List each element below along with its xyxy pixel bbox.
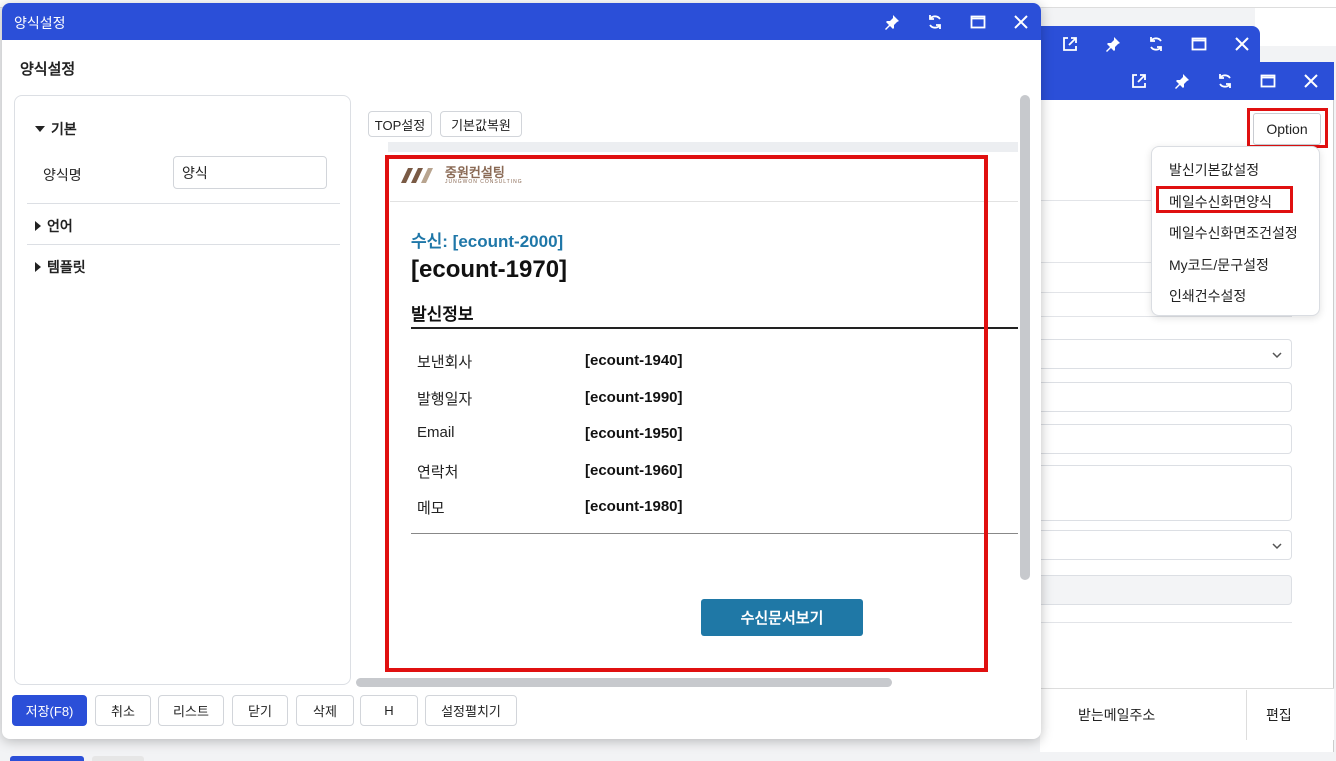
window-title: 양식설정 (14, 15, 66, 31)
grid-header-edit[interactable]: 편집 (1266, 705, 1292, 725)
background-window-2-titlebar (1040, 62, 1334, 100)
maximize-icon[interactable] (956, 4, 999, 40)
taskbar-tab-active[interactable] (10, 756, 84, 761)
caret-right-icon (35, 221, 41, 231)
highlight-box-menu-item (1156, 186, 1293, 213)
popout-icon[interactable] (1117, 63, 1160, 99)
maximize-icon[interactable] (1177, 26, 1220, 62)
text-field[interactable] (1040, 424, 1292, 454)
close-icon[interactable] (1220, 26, 1263, 62)
section-template[interactable]: 템플릿 (35, 257, 86, 277)
close-button[interactable]: 닫기 (232, 695, 288, 726)
background-window-3-titlebar (1040, 26, 1260, 62)
textarea-field[interactable] (1040, 465, 1292, 521)
page-title: 양식설정 (20, 61, 76, 78)
form-name-input[interactable] (173, 156, 327, 189)
close-icon[interactable] (999, 4, 1041, 40)
delete-button[interactable]: 삭제 (296, 695, 354, 726)
highlight-box-option (1247, 108, 1328, 148)
pin-icon[interactable] (1160, 63, 1203, 99)
cancel-button[interactable]: 취소 (95, 695, 151, 726)
chevron-down-icon (1272, 352, 1282, 359)
window-titlebar: 양식설정 (2, 3, 1041, 40)
select-field[interactable] (1040, 339, 1292, 369)
section-label: 템플릿 (47, 259, 86, 275)
grid-column-separator (1246, 690, 1247, 740)
horizontal-scrollbar[interactable] (356, 678, 892, 687)
divider (1040, 622, 1292, 623)
caret-down-icon (35, 126, 45, 132)
highlight-box-preview (385, 155, 988, 672)
refresh-icon[interactable] (1134, 26, 1177, 62)
restore-default-button[interactable]: 기본값복원 (440, 111, 522, 137)
save-button[interactable]: 저장(F8) (12, 695, 87, 726)
section-language[interactable]: 언어 (35, 216, 73, 236)
divider (27, 244, 340, 245)
section-basic[interactable]: 기본 (35, 119, 77, 139)
select-field[interactable] (1040, 530, 1292, 560)
top-setting-button[interactable]: TOP설정 (368, 111, 432, 137)
refresh-icon[interactable] (1203, 63, 1246, 99)
popout-icon[interactable] (1048, 26, 1091, 62)
pin-icon[interactable] (870, 4, 913, 40)
divider (27, 203, 340, 204)
list-button[interactable]: 리스트 (158, 695, 224, 726)
menu-item-mail-receive-condition[interactable]: 메일수신화면조건설정 (1169, 223, 1298, 243)
expand-settings-button[interactable]: 설정펼치기 (425, 695, 517, 726)
menu-item-sender-default[interactable]: 발신기본값설정 (1169, 160, 1259, 180)
section-label: 기본 (51, 121, 77, 137)
close-icon[interactable] (1289, 63, 1332, 99)
readonly-field (1040, 575, 1292, 605)
background-strip (1255, 8, 1336, 46)
form-name-label: 양식명 (43, 167, 82, 183)
divider (1040, 316, 1292, 317)
grid-header-recipient-email[interactable]: 받는메일주소 (1078, 705, 1155, 725)
caret-right-icon (35, 262, 41, 272)
preview-top-band (388, 142, 1018, 152)
settings-panel: 기본 양식명 언어 템플릿 (14, 95, 351, 685)
vertical-scrollbar[interactable] (1020, 95, 1030, 580)
taskbar-tab[interactable] (92, 756, 144, 761)
option-dropdown-menu: 발신기본값설정 메일수신화면양식 메일수신화면조건설정 My코드/문구설정 인쇄… (1151, 146, 1320, 316)
menu-item-print-count[interactable]: 인쇄건수설정 (1169, 286, 1246, 306)
h-button[interactable]: H (360, 695, 418, 726)
pin-icon[interactable] (1091, 26, 1134, 62)
refresh-icon[interactable] (913, 4, 956, 40)
text-field[interactable] (1040, 382, 1292, 412)
menu-item-my-code[interactable]: My코드/문구설정 (1169, 255, 1269, 275)
chevron-down-icon (1272, 543, 1282, 550)
section-label: 언어 (47, 218, 73, 234)
maximize-icon[interactable] (1246, 63, 1289, 99)
